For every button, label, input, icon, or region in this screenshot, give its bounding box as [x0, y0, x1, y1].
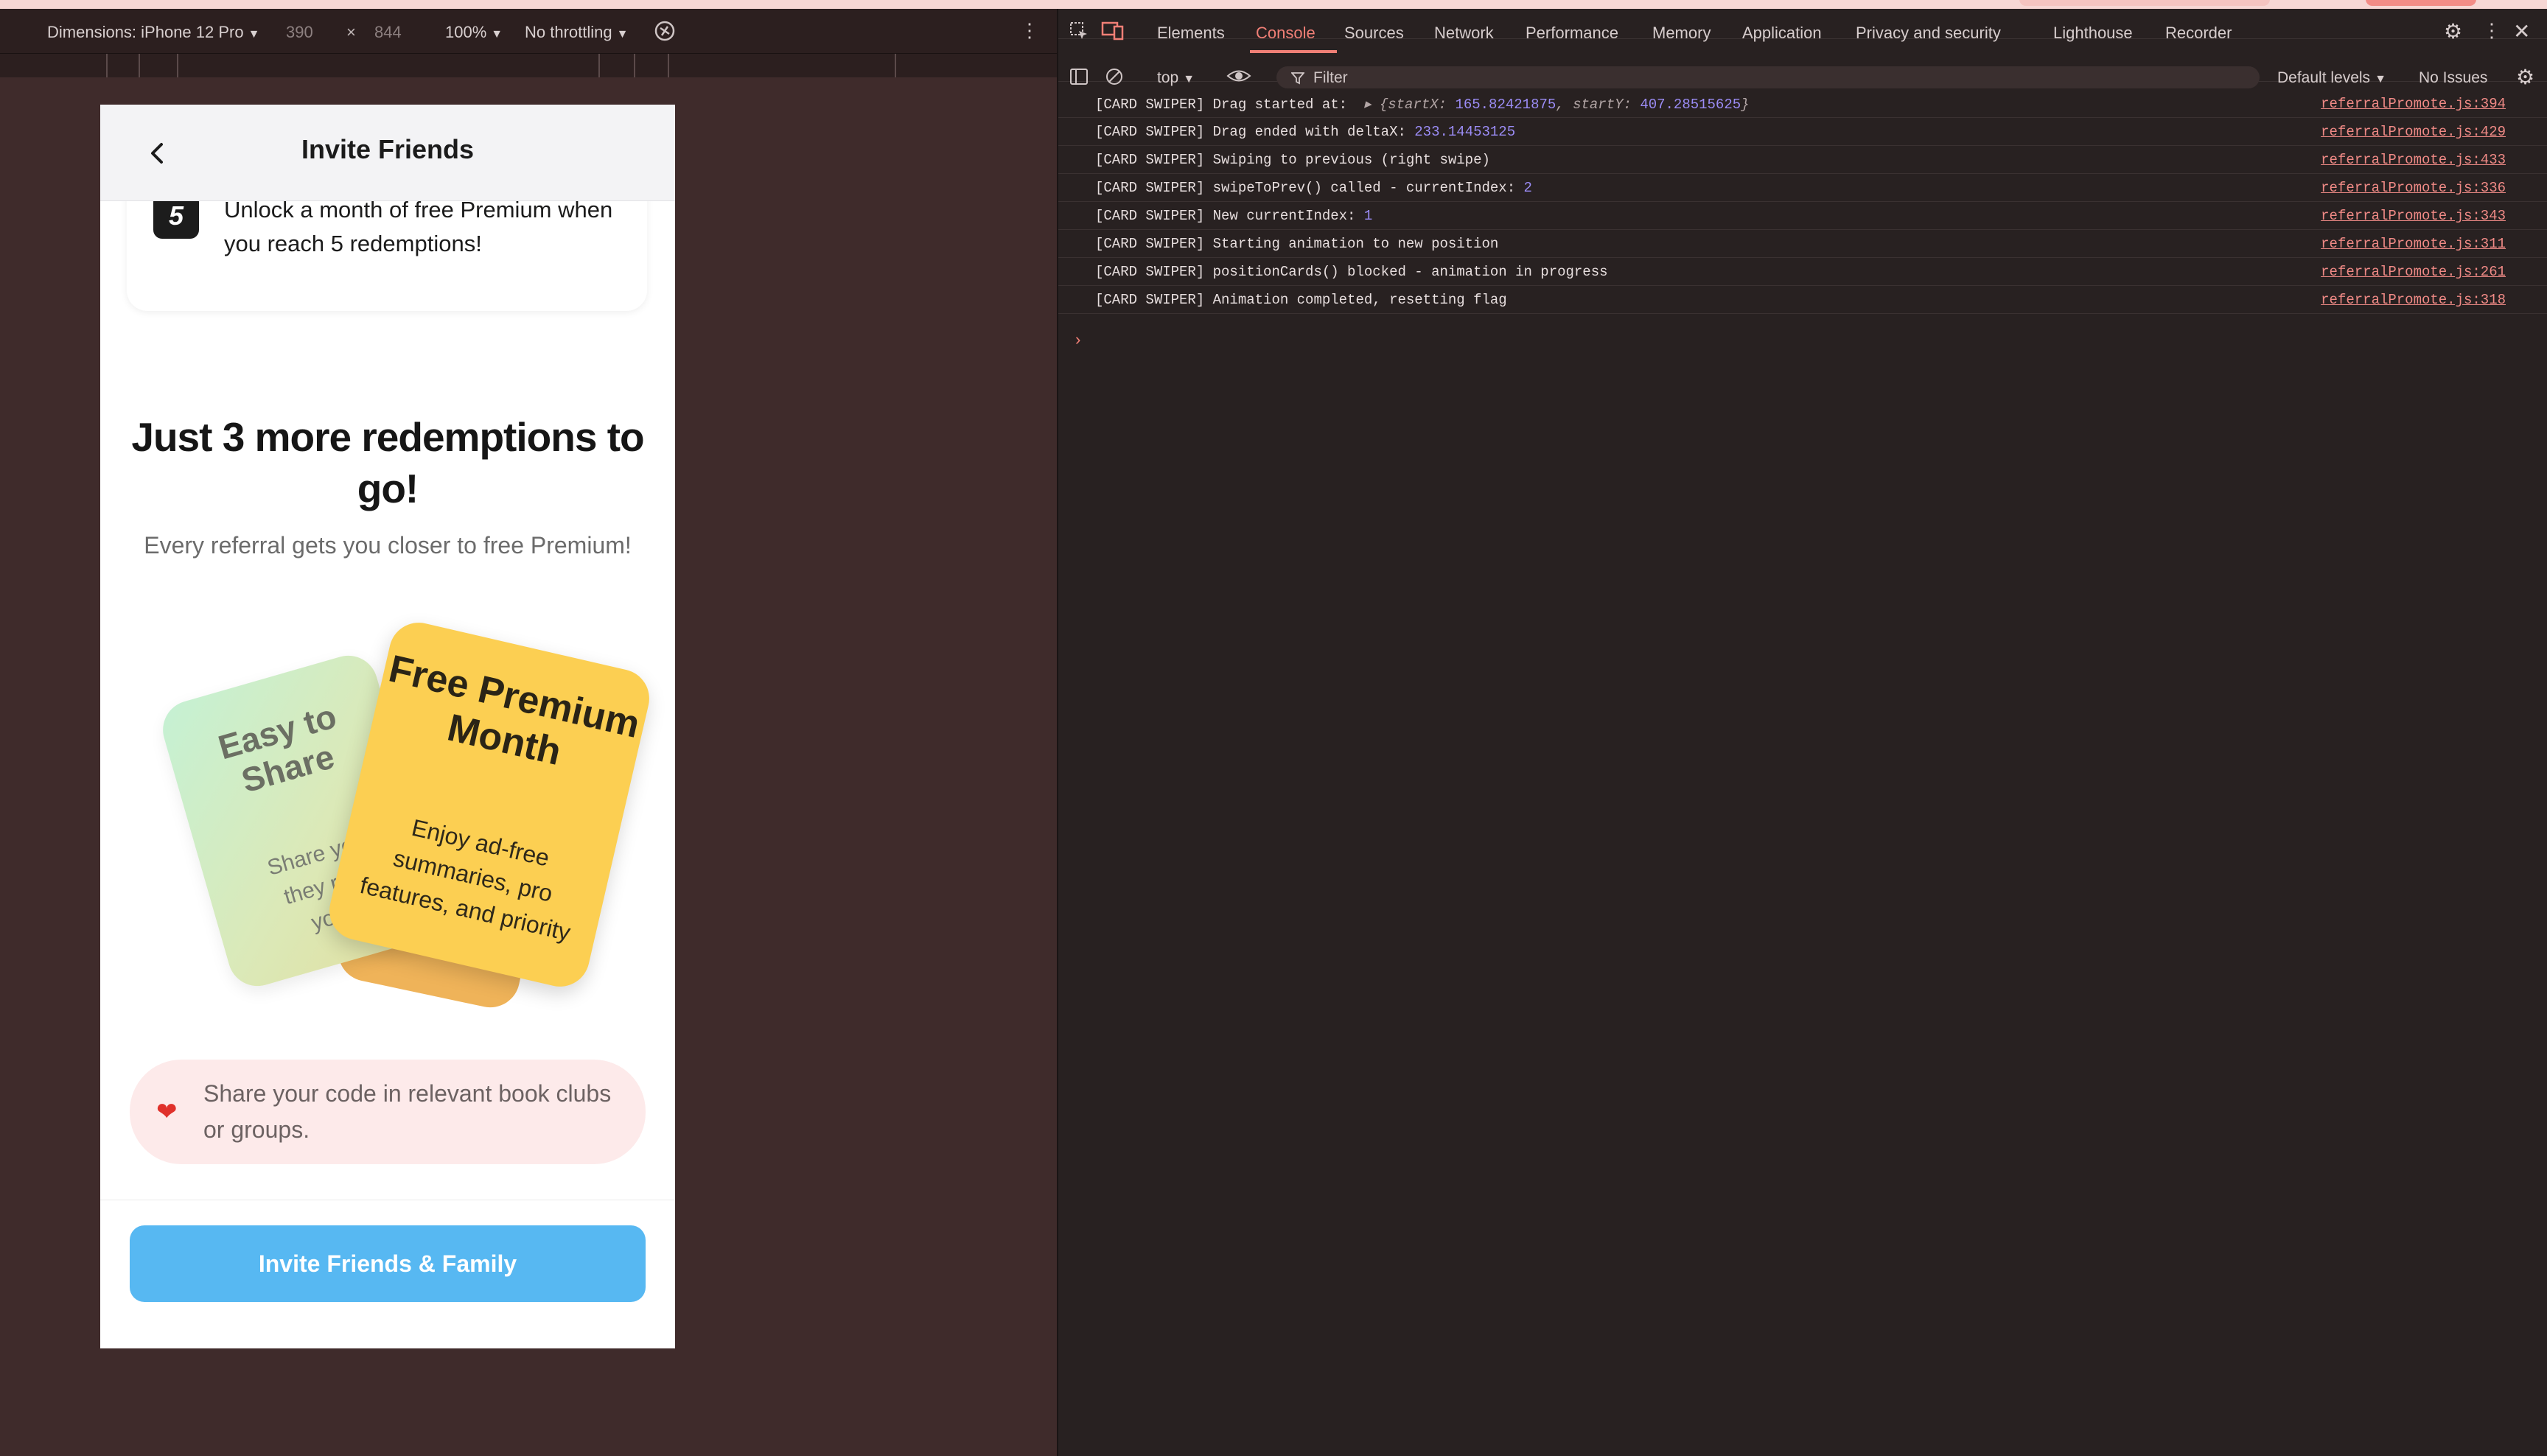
- tab-recorder[interactable]: Recorder: [2165, 24, 2232, 43]
- footer-bar: Invite Friends & Family: [100, 1200, 675, 1348]
- browser-action-pill[interactable]: [2366, 0, 2476, 6]
- more-menu-icon[interactable]: ⋮: [2482, 19, 2501, 42]
- progress-headline: Just 3 more redemptions to go!: [131, 414, 644, 511]
- console-log-row[interactable]: [CARD SWIPER] Drag ended with deltaX: 23…: [1058, 118, 2547, 146]
- width-input[interactable]: 390: [286, 23, 313, 42]
- tab-elements[interactable]: Elements: [1157, 24, 1225, 43]
- source-link[interactable]: referralPromote.js:343: [2321, 208, 2506, 224]
- benefit-card-body: Enjoy ad-free summaries, pro features, a…: [357, 813, 573, 946]
- media-query-ruler: [0, 53, 1057, 77]
- browser-top-strip: [0, 0, 2547, 9]
- console-log-row[interactable]: [CARD SWIPER] swipeToPrev() called - cur…: [1058, 174, 2547, 202]
- phone-viewport: 5 Unlock a month of free Premium when yo…: [100, 105, 675, 1348]
- source-link[interactable]: referralPromote.js:336: [2321, 180, 2506, 196]
- throttling-select[interactable]: No throttling ▼: [525, 23, 628, 42]
- progress-subline: Every referral gets you closer to free P…: [144, 532, 632, 559]
- console-log-row[interactable]: [CARD SWIPER] New currentIndex: 1 referr…: [1058, 202, 2547, 230]
- filter-input[interactable]: Filter: [1276, 66, 2260, 88]
- device-toolbar: Dimensions: iPhone 12 Pro ▼ 390 × 844 100…: [0, 9, 1057, 53]
- device-toggle-icon[interactable]: [1101, 21, 1125, 46]
- console-log-list: [CARD SWIPER] Drag started at: ▸ {startX…: [1058, 90, 2547, 314]
- clear-console-icon[interactable]: [1104, 66, 1125, 91]
- close-icon[interactable]: ✕: [2513, 19, 2530, 43]
- devtools-tab-bar: Elements Console Sources Network Perform…: [1058, 9, 2547, 43]
- invite-friends-button[interactable]: Invite Friends & Family: [130, 1225, 646, 1302]
- tab-privacy-security[interactable]: Privacy and security: [1856, 24, 2001, 43]
- dimension-separator: ×: [346, 23, 356, 41]
- context-select[interactable]: top ▼: [1157, 69, 1195, 87]
- source-link[interactable]: referralPromote.js:433: [2321, 152, 2506, 168]
- source-link[interactable]: referralPromote.js:318: [2321, 292, 2506, 308]
- console-toolbar: top ▼ Filter Default levels ▼ No Issues ⚙: [1058, 55, 2547, 88]
- rotate-icon[interactable]: [653, 19, 677, 47]
- zoom-select[interactable]: 100% ▼: [445, 23, 503, 42]
- tab-application[interactable]: Application: [1742, 24, 1822, 43]
- benefit-card-title: Free Premium Month: [385, 647, 644, 774]
- browser-tab-pill[interactable]: [2019, 0, 2270, 6]
- page-title: Invite Friends: [301, 134, 475, 164]
- tab-console[interactable]: Console: [1256, 24, 1316, 43]
- tip-banner: ❤ Share your code in relevant book clubs…: [130, 1060, 646, 1164]
- settings-gear-icon[interactable]: ⚙: [2444, 19, 2462, 43]
- app-header: Invite Friends: [100, 105, 675, 201]
- active-tab-indicator: [1250, 50, 1337, 53]
- log-levels-select[interactable]: Default levels ▼: [2277, 69, 2386, 87]
- source-link[interactable]: referralPromote.js:311: [2321, 236, 2506, 252]
- more-options-icon[interactable]: ⋮: [1020, 19, 1039, 42]
- live-expression-eye-icon[interactable]: [1226, 66, 1251, 90]
- inspect-element-icon[interactable]: [1069, 21, 1089, 46]
- sidebar-toggle-icon[interactable]: [1069, 66, 1089, 91]
- console-log-row[interactable]: [CARD SWIPER] Animation completed, reset…: [1058, 286, 2547, 314]
- tab-sources[interactable]: Sources: [1344, 24, 1404, 43]
- source-link[interactable]: referralPromote.js:394: [2321, 96, 2506, 112]
- tab-memory[interactable]: Memory: [1652, 24, 1711, 43]
- console-log-row[interactable]: [CARD SWIPER] Swiping to previous (right…: [1058, 146, 2547, 174]
- height-input[interactable]: 844: [374, 23, 402, 42]
- devtools-panel: Elements Console Sources Network Perform…: [1057, 9, 2547, 1456]
- device-select[interactable]: Dimensions: iPhone 12 Pro ▼: [47, 23, 259, 42]
- filter-placeholder: Filter: [1313, 69, 1348, 86]
- heart-icon: ❤: [156, 1098, 178, 1126]
- console-log-row[interactable]: [CARD SWIPER] positionCards() blocked - …: [1058, 258, 2547, 286]
- tab-lighthouse[interactable]: Lighthouse: [2053, 24, 2133, 43]
- console-settings-gear-icon[interactable]: ⚙: [2516, 65, 2534, 89]
- object-expander-icon[interactable]: ▸: [1364, 97, 1372, 113]
- source-link[interactable]: referralPromote.js:261: [2321, 264, 2506, 280]
- console-prompt[interactable]: ›: [1073, 332, 1083, 350]
- tab-performance[interactable]: Performance: [1526, 24, 1618, 43]
- tip-text: Share your code in relevant book clubs o…: [203, 1080, 612, 1143]
- console-log-row[interactable]: [CARD SWIPER] Starting animation to new …: [1058, 230, 2547, 258]
- tab-network[interactable]: Network: [1434, 24, 1494, 43]
- issues-counter[interactable]: No Issues: [2419, 69, 2487, 87]
- step-text: Unlock a month of free Premium when you …: [224, 197, 613, 256]
- console-log-row[interactable]: [CARD SWIPER] Drag started at: ▸ {startX…: [1058, 90, 2547, 118]
- filter-icon: [1291, 72, 1304, 85]
- source-link[interactable]: referralPromote.js:429: [2321, 124, 2506, 140]
